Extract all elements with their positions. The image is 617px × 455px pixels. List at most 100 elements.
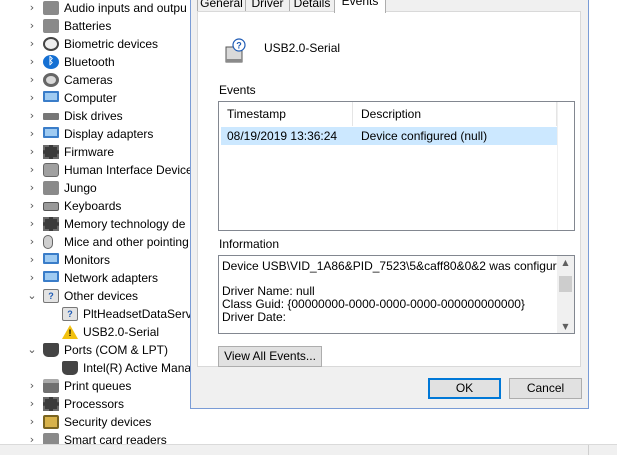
information-textbox[interactable]: Device USB\VID_1A86&PID_7523\5&caff80&0&… xyxy=(218,255,575,334)
hid-icon xyxy=(43,163,59,177)
tree-item[interactable]: › Monitors xyxy=(0,251,200,269)
tree-item[interactable]: › Display adapters xyxy=(0,125,200,143)
tree-item-label: Display adapters xyxy=(64,127,154,141)
memory-icon xyxy=(43,217,59,231)
battery-icon xyxy=(43,19,59,33)
divider xyxy=(588,445,589,455)
tree-item-label: Batteries xyxy=(64,19,112,33)
chevron-right-icon[interactable]: › xyxy=(27,269,37,287)
tree-item-label: Disk drives xyxy=(64,109,123,123)
chevron-right-icon[interactable]: › xyxy=(27,377,37,395)
tree-item[interactable]: › Disk drives xyxy=(0,107,200,125)
information-scrollbar[interactable]: ▲ ▼ xyxy=(557,256,574,333)
tree-item[interactable]: Intel(R) Active Mana xyxy=(0,359,200,377)
security-icon xyxy=(43,415,59,429)
tree-item-label: Biometric devices xyxy=(64,37,159,51)
chevron-right-icon[interactable]: › xyxy=(27,107,37,125)
chevron-right-icon[interactable]: › xyxy=(27,215,37,233)
bluetooth-icon: ᛒ xyxy=(43,55,59,69)
tree-item[interactable]: › Mice and other pointing xyxy=(0,233,200,251)
scroll-down-icon[interactable]: ▼ xyxy=(557,320,574,333)
chevron-right-icon[interactable]: › xyxy=(27,179,37,197)
events-table[interactable]: Timestamp Description 08/19/2019 13:36:2… xyxy=(218,101,575,231)
tree-item-label: Memory technology de xyxy=(64,217,186,231)
tree-item-label: Monitors xyxy=(64,253,111,267)
tab-events[interactable]: Events xyxy=(334,0,386,13)
chevron-right-icon[interactable]: › xyxy=(27,395,37,413)
tree-item[interactable]: › Batteries xyxy=(0,17,200,35)
tree-item[interactable]: › Computer xyxy=(0,89,200,107)
chevron-right-icon[interactable]: › xyxy=(27,413,37,431)
mouse-icon xyxy=(43,235,53,249)
view-all-events-button[interactable]: View All Events... xyxy=(218,346,322,367)
chevron-right-icon xyxy=(46,305,56,323)
information-label: Information xyxy=(219,237,280,251)
tree-item[interactable]: › Security devices xyxy=(0,413,200,431)
tree-item[interactable]: ⌄? Other devices xyxy=(0,287,200,305)
monitor-icon xyxy=(43,253,59,264)
ok-button[interactable]: OK xyxy=(428,378,501,399)
tree-item[interactable]: ⌄ Ports (COM & LPT) xyxy=(0,341,200,359)
chevron-right-icon[interactable]: › xyxy=(27,17,37,35)
tree-item[interactable]: ! USB2.0-Serial xyxy=(0,323,200,341)
chevron-right-icon[interactable]: › xyxy=(27,35,37,53)
chevron-right-icon[interactable]: › xyxy=(27,53,37,71)
tree-item-label: Computer xyxy=(64,91,117,105)
chevron-right-icon[interactable]: › xyxy=(27,125,37,143)
tree-item[interactable]: › Processors xyxy=(0,395,200,413)
tree-item[interactable]: › Print queues xyxy=(0,377,200,395)
unknown-device-icon: ? xyxy=(225,38,246,63)
network-icon xyxy=(43,271,59,282)
scroll-up-icon[interactable]: ▲ xyxy=(557,256,574,269)
tree-item[interactable]: › Biometric devices xyxy=(0,35,200,53)
tree-item-label: Keyboards xyxy=(64,199,122,213)
unknown-device-icon: ? xyxy=(62,307,78,321)
tree-item[interactable]: ? PltHeadsetDataServi xyxy=(0,305,200,323)
tree-item[interactable]: › Firmware xyxy=(0,143,200,161)
tree-item[interactable]: › Cameras xyxy=(0,71,200,89)
tree-item-label: Intel(R) Active Mana xyxy=(83,361,192,375)
chevron-down-icon[interactable]: ⌄ xyxy=(27,341,37,359)
column-header-description[interactable]: Description xyxy=(353,102,557,126)
event-description: Device configured (null) xyxy=(361,129,488,143)
chevron-right-icon[interactable]: › xyxy=(27,0,37,17)
tree-item[interactable]: › Keyboards xyxy=(0,197,200,215)
tree-item-label: Ports (COM & LPT) xyxy=(64,343,169,357)
chevron-down-icon[interactable]: ⌄ xyxy=(27,287,37,305)
chevron-right-icon[interactable]: › xyxy=(27,89,37,107)
tree-item[interactable]: › Jungo xyxy=(0,179,200,197)
tree-item[interactable]: › ᛒ Bluetooth xyxy=(0,53,200,71)
tree-item-label: Other devices xyxy=(64,289,139,303)
jungo-icon xyxy=(43,181,59,195)
chevron-right-icon[interactable]: › xyxy=(27,197,37,215)
tree-item[interactable]: › Human Interface Device xyxy=(0,161,200,179)
tree-item[interactable]: › Audio inputs and outpu xyxy=(0,0,200,17)
processor-icon xyxy=(43,397,59,411)
tree-item-label: Mice and other pointing xyxy=(64,235,189,249)
chevron-right-icon[interactable]: › xyxy=(27,161,37,179)
printer-icon xyxy=(43,379,59,393)
event-timestamp: 08/19/2019 13:36:24 xyxy=(227,129,338,143)
scroll-thumb[interactable] xyxy=(559,276,572,292)
tree-item-label: Processors xyxy=(64,397,125,411)
cancel-button[interactable]: Cancel xyxy=(509,378,582,399)
display-adapter-icon xyxy=(43,127,59,138)
tree-item-label: Jungo xyxy=(64,181,97,195)
chevron-right-icon[interactable]: › xyxy=(27,143,37,161)
tree-item-label: Bluetooth xyxy=(64,55,115,69)
tree-item-label: Cameras xyxy=(64,73,113,87)
port-icon xyxy=(62,361,78,375)
tree-item-label: Audio inputs and outpu xyxy=(64,1,187,15)
disk-drive-icon xyxy=(43,113,59,120)
information-line: Driver Date: xyxy=(222,310,287,324)
port-icon xyxy=(43,343,59,357)
chevron-right-icon[interactable]: › xyxy=(27,251,37,269)
tree-item[interactable]: › Network adapters xyxy=(0,269,200,287)
chevron-right-icon[interactable]: › xyxy=(27,71,37,89)
chevron-right-icon[interactable]: › xyxy=(27,233,37,251)
events-table-scrollbar xyxy=(557,102,574,230)
bottom-strip xyxy=(0,444,617,455)
firmware-icon xyxy=(43,145,59,159)
tree-item[interactable]: › Memory technology de xyxy=(0,215,200,233)
column-header-timestamp[interactable]: Timestamp xyxy=(219,102,353,126)
